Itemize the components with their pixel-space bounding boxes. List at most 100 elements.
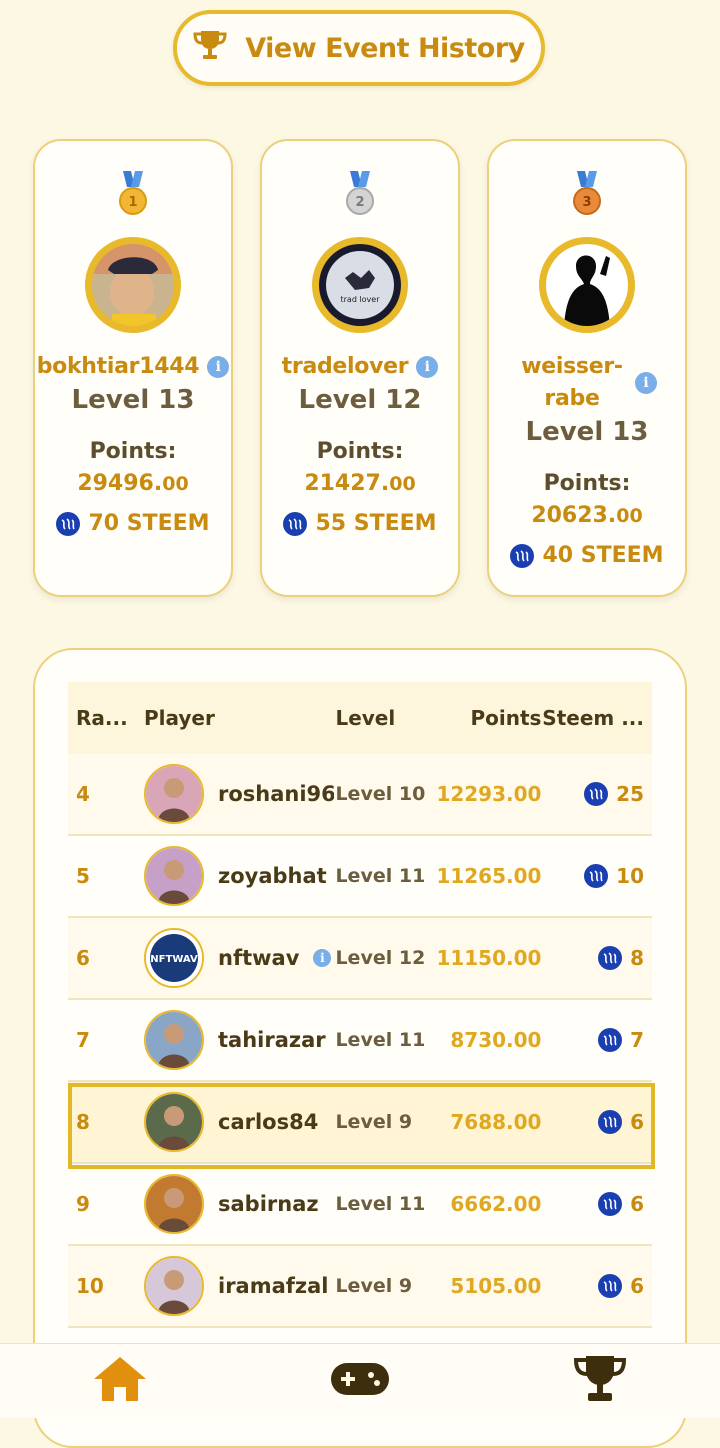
trophy-icon [573, 1354, 627, 1408]
avatar[interactable]: NFTWAV [144, 928, 204, 988]
points-cell: 7688.00 [431, 1081, 542, 1164]
table-row[interactable]: 9 sabirnaz Level 11 6662.00 6 [68, 1163, 652, 1246]
points-cell: 6662.00 [431, 1163, 542, 1246]
steem-header[interactable]: Steem ... [541, 682, 652, 754]
avatar[interactable] [144, 1256, 204, 1316]
rank-header[interactable]: Ra... [68, 682, 144, 754]
nav-home[interactable] [80, 1351, 160, 1411]
points-label: Points: [316, 439, 404, 464]
player-cell[interactable]: NFTWAV nftwav i [144, 917, 336, 1000]
avatar[interactable] [144, 1174, 204, 1234]
table-row[interactable]: 6 NFTWAV nftwav i Level 12 11150.00 8 [68, 917, 652, 1000]
player-name[interactable]: iramafzal [218, 1274, 329, 1298]
points-cell: 11265.00 [431, 835, 542, 918]
avatar[interactable]: trad lover [312, 237, 408, 333]
level-cell: Level 9 [335, 1245, 432, 1328]
level-cell: Level 10 [335, 754, 432, 836]
points-label: Points: [543, 471, 631, 496]
table-row[interactable]: 10 iramafzal Level 9 5105.00 6 [68, 1245, 652, 1328]
rank-cell: 8 [68, 1081, 144, 1164]
points-cell: 8730.00 [431, 999, 542, 1082]
podium-level: Level 13 [525, 417, 649, 447]
svg-text:3: 3 [582, 195, 591, 210]
nav-leaderboard[interactable] [560, 1351, 640, 1411]
steem-cell: 6 [541, 1245, 652, 1328]
player-cell[interactable]: sabirnaz [144, 1163, 336, 1246]
level-cell: Level 12 [335, 917, 432, 1000]
rank-cell: 10 [68, 1245, 144, 1328]
podium-card-first[interactable]: 1 bokhtiar1444 i Level 13 Points: 29496.… [33, 139, 233, 597]
table-row[interactable]: 7 tahirazar Level 11 8730.00 7 [68, 999, 652, 1082]
info-icon[interactable]: i [313, 949, 332, 967]
podium-username[interactable]: weisser-rabe [517, 351, 627, 415]
bottom-navigation [0, 1343, 720, 1418]
podium-username[interactable]: tradelover [282, 351, 409, 383]
table-row[interactable]: 8 carlos84 Level 9 7688.00 6 [68, 1081, 652, 1164]
avatar[interactable] [144, 1010, 204, 1070]
player-cell[interactable]: zoyabhat [144, 835, 336, 918]
player-name[interactable]: nftwav [218, 946, 299, 970]
level-header[interactable]: Level [335, 682, 432, 754]
points-value: 20623.00 [531, 503, 643, 528]
player-cell[interactable]: tahirazar [144, 999, 336, 1082]
points-header[interactable]: Points [431, 682, 542, 754]
player-cell[interactable]: roshani96 [144, 754, 336, 836]
avatar[interactable] [85, 237, 181, 333]
points-cell: 11150.00 [431, 917, 542, 1000]
steem-icon [56, 511, 81, 536]
nav-games[interactable] [320, 1351, 400, 1411]
table-row[interactable]: 4 roshani96 Level 10 12293.00 25 [68, 754, 652, 836]
info-icon[interactable]: i [416, 356, 439, 378]
table-row[interactable]: 5 zoyabhat Level 11 11265.00 10 [68, 835, 652, 918]
player-cell[interactable]: iramafzal [144, 1245, 336, 1328]
home-icon [92, 1355, 148, 1407]
avatar[interactable] [144, 764, 204, 824]
steem-icon [584, 782, 609, 806]
gamepad-icon [329, 1359, 391, 1403]
podium-username[interactable]: bokhtiar1444 [37, 351, 200, 383]
leaderboard-panel: Ra... Player Level Points Steem ... 4 ros… [33, 648, 687, 1448]
silver-medal-icon: 2 [344, 171, 376, 221]
history-button-label: View Event History [245, 32, 525, 64]
info-icon[interactable]: i [207, 356, 230, 378]
steem-amount: 25 [616, 782, 644, 806]
avatar[interactable] [539, 237, 635, 333]
points-cell: 12293.00 [431, 754, 542, 836]
points-cell: 5105.00 [431, 1245, 542, 1328]
player-name[interactable]: tahirazar [218, 1028, 326, 1052]
player-header[interactable]: Player [144, 682, 336, 754]
avatar[interactable] [144, 846, 204, 906]
podium-level: Level 13 [71, 385, 195, 415]
trophy-icon [193, 29, 227, 68]
level-cell: Level 9 [335, 1081, 432, 1164]
steem-amount: 8 [630, 946, 644, 970]
player-name[interactable]: carlos84 [218, 1110, 318, 1134]
level-cell: Level 11 [335, 835, 432, 918]
steem-icon [598, 1110, 623, 1134]
view-event-history-button[interactable]: View Event History [173, 10, 545, 86]
rank-cell: 7 [68, 999, 144, 1082]
steem-amount: 6 [630, 1274, 644, 1298]
steem-cell: 10 [541, 835, 652, 918]
leaderboard-table: Ra... Player Level Points Steem ... 4 ros… [68, 682, 652, 1328]
avatar[interactable] [144, 1092, 204, 1152]
gold-medal-icon: 1 [117, 171, 149, 221]
steem-icon [598, 1192, 623, 1216]
player-name[interactable]: roshani96 [218, 782, 334, 806]
rank-cell: 4 [68, 754, 144, 836]
player-cell[interactable]: carlos84 [144, 1081, 336, 1164]
steem-icon [598, 946, 623, 970]
podium-card-third[interactable]: 3 weisser-rabe i Level 13 Points: 20623.… [487, 139, 687, 597]
podium-card-second[interactable]: 2 trad lover tradelover i Level 12 Point… [260, 139, 460, 597]
player-name[interactable]: sabirnaz [218, 1192, 319, 1216]
level-cell: Level 11 [335, 999, 432, 1082]
info-icon[interactable]: i [635, 372, 657, 394]
steem-cell: 6 [541, 1163, 652, 1246]
steem-cell: 25 [541, 754, 652, 836]
svg-text:trad lover: trad lover [340, 295, 380, 304]
steem-amount: 6 [630, 1110, 644, 1134]
steem-icon [283, 511, 308, 536]
steem-icon [598, 1274, 623, 1298]
player-name[interactable]: zoyabhat [218, 864, 327, 888]
steem-reward: 55 STEEM [262, 511, 458, 536]
